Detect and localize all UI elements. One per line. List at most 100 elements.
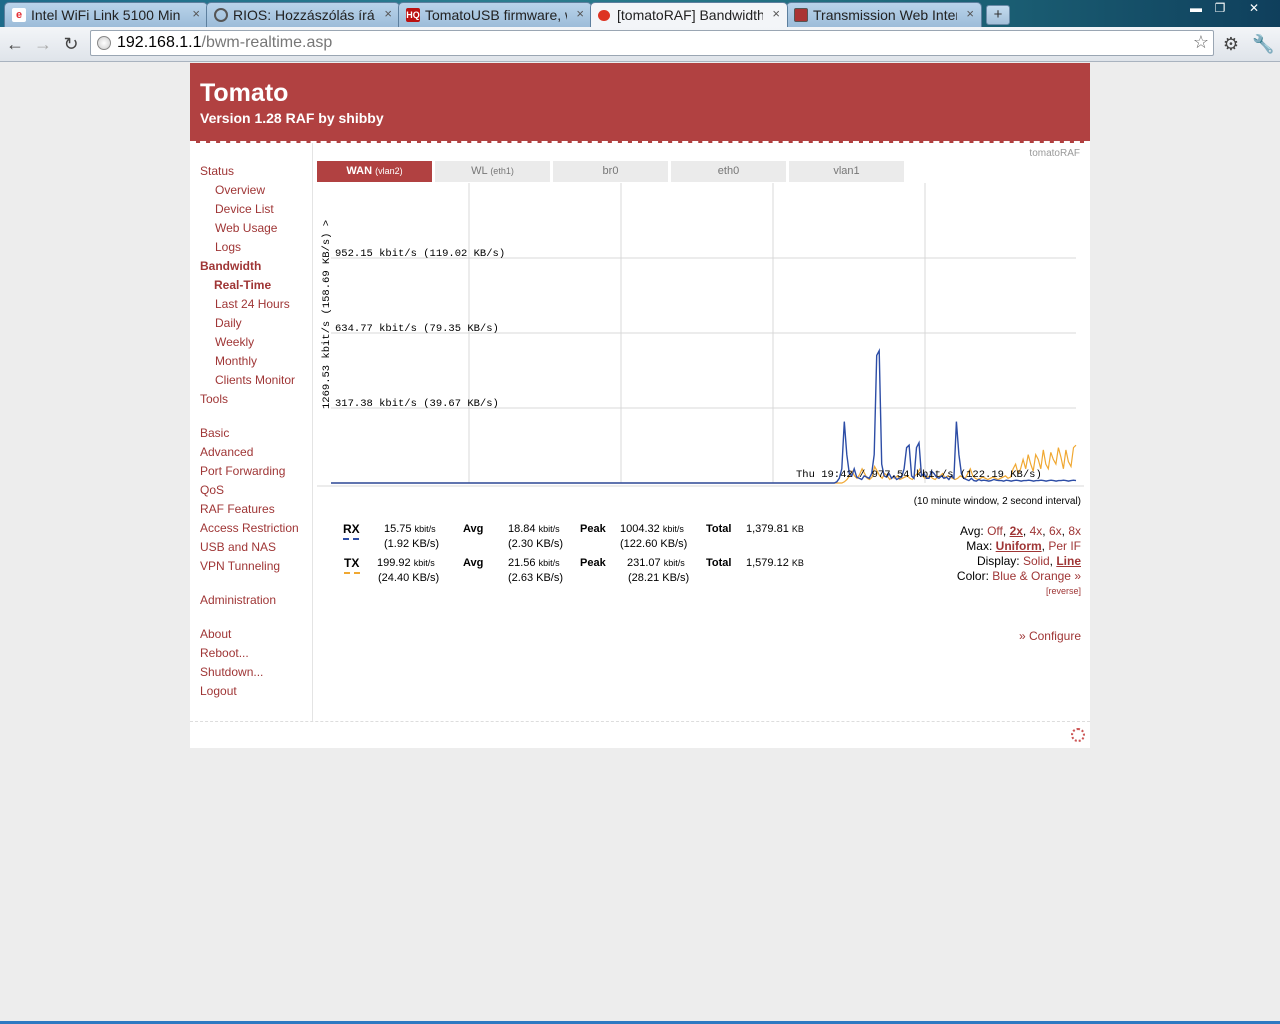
nav-daily[interactable]: Daily bbox=[215, 316, 242, 330]
footer bbox=[190, 721, 1090, 749]
nav-raf-features[interactable]: RAF Features bbox=[200, 502, 275, 516]
rx-peak-label: Peak bbox=[580, 523, 606, 535]
nav-logs[interactable]: Logs bbox=[215, 240, 241, 254]
display-options-label: Display: bbox=[976, 554, 1020, 568]
tab-wl-label: WL bbox=[471, 165, 488, 177]
rx-avg-kb: (2.30 KB/s) bbox=[508, 538, 564, 550]
new-tab-button[interactable]: + bbox=[986, 5, 1010, 25]
nav-port-forwarding[interactable]: Port Forwarding bbox=[200, 464, 285, 478]
tab-title: [tomatoRAF] Bandwidth bbox=[617, 7, 763, 23]
tab-title: Intel WiFi Link 5100 Min bbox=[31, 7, 181, 23]
nav-vpn-tunneling[interactable]: VPN Tunneling bbox=[200, 559, 280, 573]
forward-icon[interactable]: → bbox=[32, 33, 54, 55]
reverse-colors-link[interactable]: [reverse] bbox=[1046, 586, 1081, 596]
hq-icon: HQ bbox=[406, 8, 420, 22]
tab-vlan1[interactable]: vlan1 bbox=[789, 161, 904, 182]
tab-wl[interactable]: WL (eth1) bbox=[435, 161, 550, 182]
nav-logout[interactable]: Logout bbox=[200, 684, 237, 698]
nav-web-usage[interactable]: Web Usage bbox=[215, 221, 277, 235]
back-icon[interactable]: ← bbox=[4, 33, 26, 55]
tab-wl-sub: (eth1) bbox=[490, 166, 514, 176]
tx-total-value: 1,579.12 bbox=[746, 557, 789, 569]
gridline-label: 634.77 kbit/s (79.35 KB/s) bbox=[335, 323, 499, 335]
avg-2x-link[interactable]: 2x bbox=[1010, 524, 1023, 538]
tab-wan[interactable]: WAN (vlan2) bbox=[317, 161, 432, 182]
color-options-label: Color: bbox=[956, 569, 989, 583]
avg-6x-link[interactable]: 6x bbox=[1049, 524, 1062, 538]
nav-basic[interactable]: Basic bbox=[200, 426, 229, 440]
display-line-link[interactable]: Line bbox=[1056, 554, 1081, 568]
bookmark-star-icon[interactable]: ☆ bbox=[1193, 32, 1209, 53]
nav-monthly[interactable]: Monthly bbox=[215, 354, 257, 368]
avg-8x-link[interactable]: 8x bbox=[1068, 524, 1081, 538]
tab-br0[interactable]: br0 bbox=[553, 161, 668, 182]
rx-peak-kb: (122.60 KB/s) bbox=[620, 538, 688, 550]
gridline-label: 952.15 kbit/s (119.02 KB/s) bbox=[335, 248, 505, 260]
tab-close-icon[interactable]: × bbox=[772, 6, 780, 21]
bandwidth-graph[interactable]: 952.15 kbit/s (119.02 KB/s) 634.77 kbit/s… bbox=[317, 183, 1084, 487]
nav-device-list[interactable]: Device List bbox=[215, 202, 274, 216]
tab-tomatoraf-bandwidth[interactable]: [tomatoRAF] Bandwidth × bbox=[590, 2, 788, 27]
minimize-icon[interactable]: ▬ bbox=[1184, 0, 1208, 16]
tx-total-label: Total bbox=[706, 557, 732, 569]
color-scheme-link[interactable]: Blue & Orange » bbox=[992, 569, 1081, 583]
tx-avg-kb: (2.63 KB/s) bbox=[508, 572, 564, 584]
nav-bandwidth[interactable]: Bandwidth bbox=[200, 259, 261, 273]
gridline-label: 317.38 kbit/s (39.67 KB/s) bbox=[335, 398, 499, 410]
loading-spinner-icon bbox=[1071, 728, 1085, 742]
reload-icon[interactable]: ↻ bbox=[60, 33, 82, 55]
nav-administration[interactable]: Administration bbox=[200, 593, 276, 607]
nav-advanced[interactable]: Advanced bbox=[200, 445, 253, 459]
tab-close-icon[interactable]: × bbox=[192, 6, 200, 21]
tab-tomatousb[interactable]: HQ TomatoUSB firmware, w × bbox=[398, 2, 592, 27]
nav-last-24-hours[interactable]: Last 24 Hours bbox=[215, 297, 290, 311]
tab-eth0[interactable]: eth0 bbox=[671, 161, 786, 182]
tab-wan-label: WAN bbox=[346, 165, 373, 177]
tab-rios-forum[interactable]: RIOS: Hozzászólás írása × bbox=[206, 2, 400, 27]
nav-overview[interactable]: Overview bbox=[215, 183, 265, 197]
address-bar[interactable]: 192.168.1.1/bwm-realtime.asp ☆ bbox=[90, 30, 1214, 56]
nav-tools[interactable]: Tools bbox=[200, 392, 228, 406]
color-options: Color: Blue & Orange » bbox=[957, 569, 1081, 583]
rx-total: 1,379.81 KB bbox=[746, 523, 804, 535]
nav-status[interactable]: Status bbox=[200, 164, 234, 178]
tx-peak-label: Peak bbox=[580, 557, 606, 569]
nav-usb-and-nas[interactable]: USB and NAS bbox=[200, 540, 276, 554]
tab-transmission[interactable]: Transmission Web Inter × bbox=[786, 2, 982, 27]
nav-about[interactable]: About bbox=[200, 627, 231, 641]
maximize-icon[interactable]: ❐ bbox=[1208, 0, 1232, 16]
max-per-if-link[interactable]: Per IF bbox=[1048, 539, 1081, 553]
tab-intel-wifi[interactable]: e Intel WiFi Link 5100 Min × bbox=[4, 2, 208, 27]
tx-label: TX bbox=[344, 556, 360, 574]
avg-options-label: Avg: bbox=[959, 524, 984, 538]
tx-current-unit: kbit/s bbox=[413, 558, 435, 568]
tab-close-icon[interactable]: × bbox=[966, 6, 974, 21]
tab-close-icon[interactable]: × bbox=[576, 6, 584, 21]
nav-qos[interactable]: QoS bbox=[200, 483, 224, 497]
tab-title: RIOS: Hozzászólás írása bbox=[233, 7, 375, 23]
rx-legend-swatch bbox=[343, 538, 359, 540]
avg-options: Avg: Off, 2x, 4x, 6x, 8x bbox=[959, 524, 1081, 538]
max-options-label: Max: bbox=[966, 539, 993, 553]
page-menu-icon[interactable]: ⚙ bbox=[1220, 33, 1242, 55]
nav-access-restriction[interactable]: Access Restriction bbox=[200, 521, 299, 535]
nav-real-time[interactable]: Real-Time bbox=[214, 278, 271, 292]
rx-total-unit: KB bbox=[791, 524, 804, 534]
rx-total-value: 1,379.81 bbox=[746, 523, 789, 535]
forum-icon bbox=[214, 8, 228, 22]
avg-off-link[interactable]: Off bbox=[987, 524, 1003, 538]
nav-weekly[interactable]: Weekly bbox=[215, 335, 254, 349]
configure-link[interactable]: » Configure bbox=[1019, 629, 1081, 643]
url-path: /bwm-realtime.asp bbox=[201, 34, 333, 51]
rx-series-line bbox=[331, 348, 1077, 484]
display-solid-link[interactable]: Solid bbox=[1023, 554, 1050, 568]
nav-shutdown[interactable]: Shutdown... bbox=[200, 665, 263, 679]
nav-clients-monitor[interactable]: Clients Monitor bbox=[215, 373, 295, 387]
tab-close-icon[interactable]: × bbox=[384, 6, 392, 21]
avg-4x-link[interactable]: 4x bbox=[1030, 524, 1043, 538]
close-window-icon[interactable]: ✕ bbox=[1242, 0, 1266, 16]
nav-reboot[interactable]: Reboot... bbox=[200, 646, 249, 660]
wrench-icon[interactable]: 🔧 bbox=[1252, 33, 1274, 55]
max-uniform-link[interactable]: Uniform bbox=[996, 539, 1042, 553]
graph-max-label: 1269.53 kbit/s (158.69 KB/s) > bbox=[321, 220, 333, 409]
